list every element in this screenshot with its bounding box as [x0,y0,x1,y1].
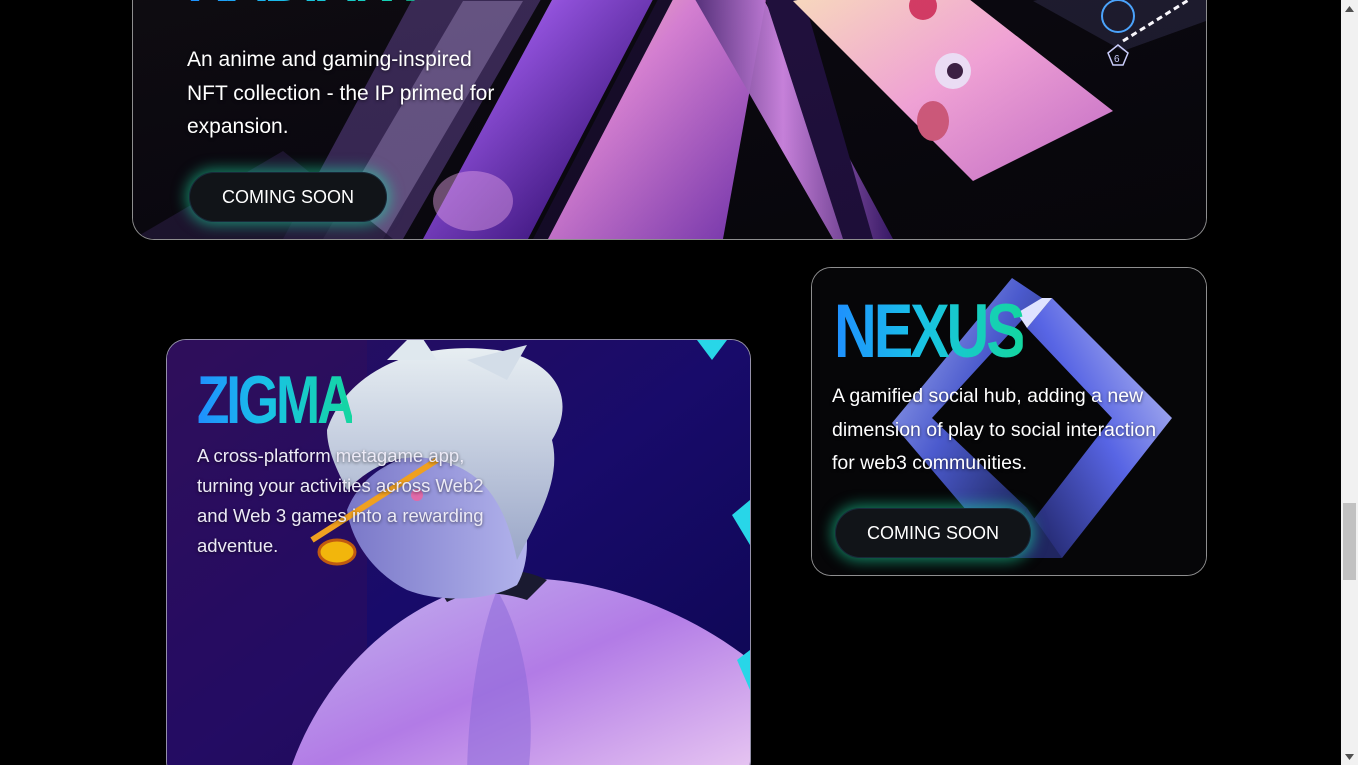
scrollbar-thumb[interactable] [1343,503,1356,580]
vertical-scrollbar[interactable] [1341,0,1358,765]
radiant-card: 6 RADIANT An anime and gaming-inspired N… [132,0,1207,240]
nexus-coming-soon-button[interactable]: COMING SOON [835,508,1031,558]
triangle-down-icon[interactable] [1341,748,1358,765]
radiant-title: RADIANT [187,0,428,13]
nexus-title: NEXUS [834,289,1026,374]
zigma-title: ZIGMA [197,362,355,438]
radiant-coming-soon-button[interactable]: COMING SOON [189,172,387,222]
nexus-card: NEXUS A gamified social hub, adding a ne… [811,267,1207,576]
triangle-up-icon[interactable] [1341,0,1358,17]
nexus-description: A gamified social hub, adding a new dime… [832,385,1157,474]
page: 6 RADIANT An anime and gaming-inspired N… [0,0,1358,765]
radiant-description: An anime and gaming-inspired NFT collect… [187,48,495,138]
zigma-card: ZIGMA A cross-platform metagame app, tur… [166,339,751,765]
zigma-description: A cross-platform metagame app, turning y… [197,445,484,556]
